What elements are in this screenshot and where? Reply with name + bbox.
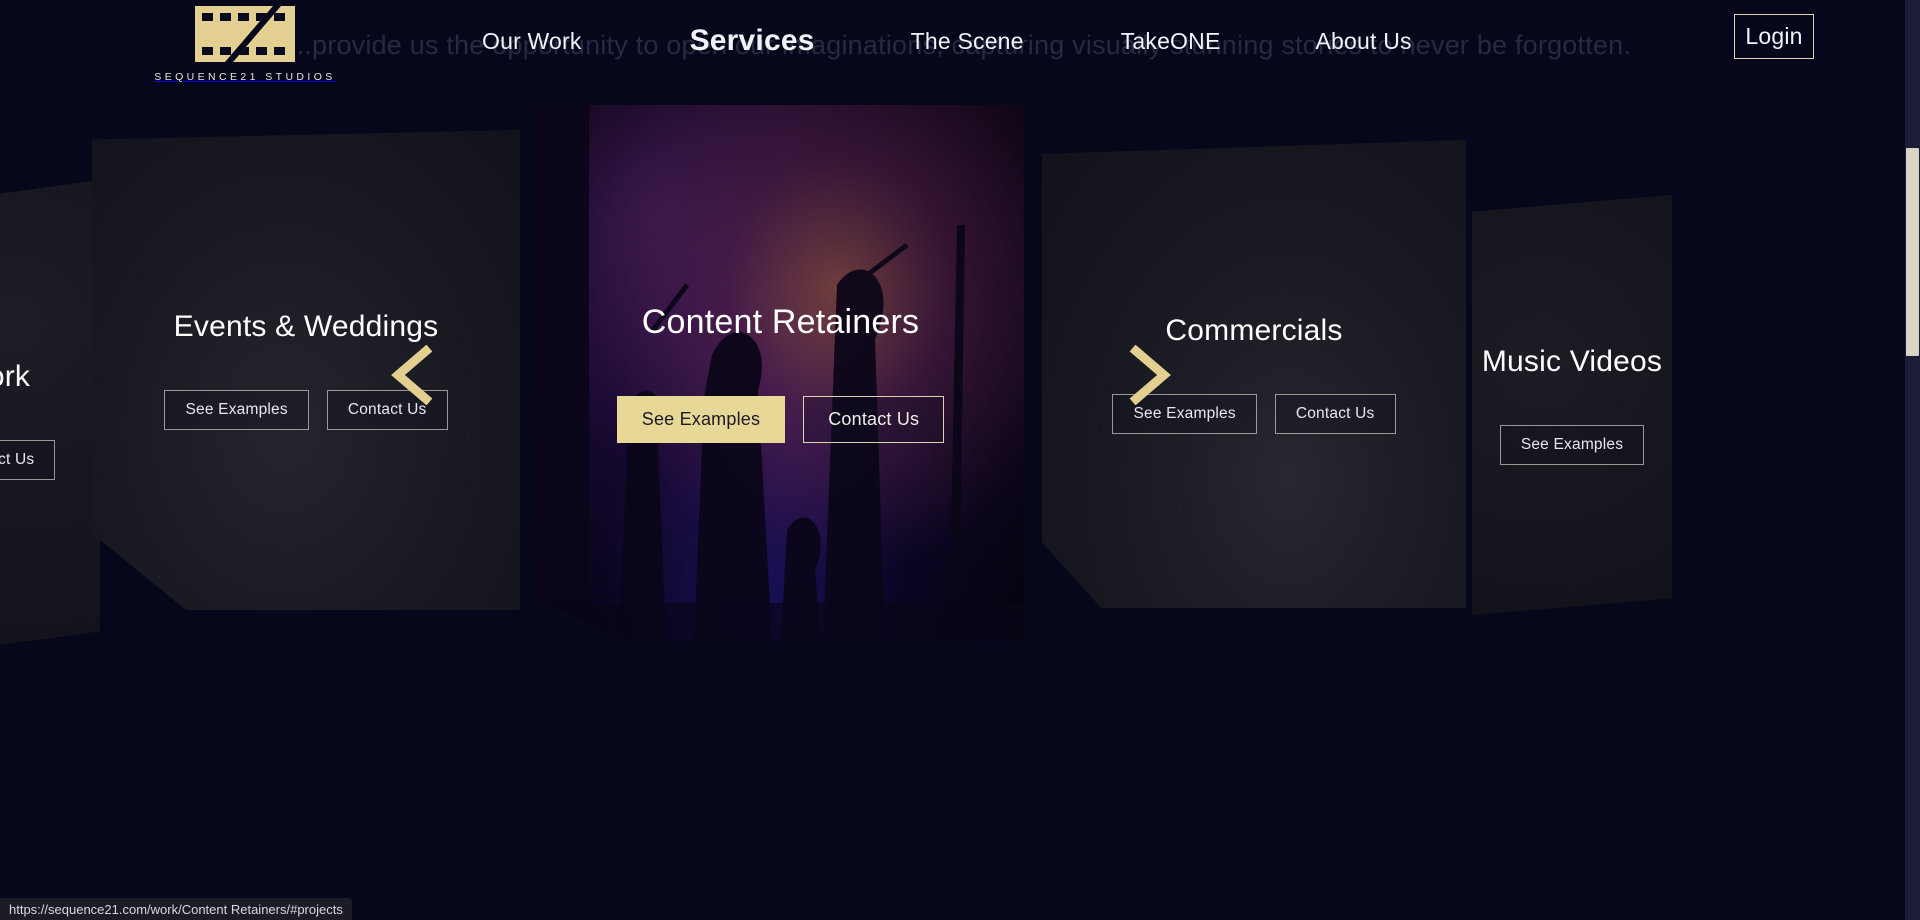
card-title: Content Retainers [641,303,920,341]
card-title: Work [0,360,31,393]
carousel-card-events-and-weddings[interactable]: Events & Weddings See Examples Contact U… [92,130,520,610]
nav-item-the-scene[interactable]: The Scene [911,28,1024,55]
nav-item-services[interactable]: Services [690,24,815,58]
brand-name: SEQUENCE21 STUDIOS [154,71,336,83]
film-strip-z-logo-icon [140,6,350,67]
contact-us-button[interactable]: Contact Us [803,396,945,443]
carousel-card-content-retainers[interactable]: Content Retainers See Examples Contact U… [537,105,1024,641]
card-actions: Contact Us [0,440,56,480]
brand-logo[interactable]: SEQUENCE21 STUDIOS [140,6,350,83]
nav-item-about-us[interactable]: About Us [1316,28,1412,55]
card-actions: See Examples Contact Us [616,396,945,443]
see-examples-button[interactable]: See Examples [616,396,786,443]
browser-status-bar: https://sequence21.com/work/Content Reta… [0,898,352,920]
login-button[interactable]: Login [1734,14,1814,59]
status-bar-url: https://sequence21.com/work/Content Reta… [9,901,343,917]
nav-item-our-work[interactable]: Our Work [482,28,582,55]
carousel-card-work[interactable]: Work Contact Us [0,180,100,660]
card-body: Content Retainers See Examples Contact U… [537,105,1024,641]
services-carousel: Work Contact Us Events & Weddings See Ex… [0,0,1920,860]
card-body: Events & Weddings See Examples Contact U… [92,130,520,610]
contact-us-button[interactable]: Contact Us [0,440,56,480]
page-scrollbar-thumb[interactable] [1906,148,1919,356]
see-examples-button[interactable]: See Examples [164,390,309,430]
card-title: Music Videos [1481,345,1663,378]
site-header: SEQUENCE21 STUDIOS Our Work Services The… [0,0,1920,83]
contact-us-button[interactable]: Contact Us [1274,394,1396,434]
card-title: Events & Weddings [173,310,439,343]
page-root: ...provide us the opportunity to open ou… [0,0,1920,920]
see-examples-button[interactable]: See Examples [1499,425,1645,465]
card-body: Music Videos See Examples [1472,195,1672,615]
page-scrollbar-track[interactable] [1905,0,1920,920]
card-title: Commercials [1165,314,1343,347]
chevron-right-icon [1126,344,1174,408]
main-navigation: Our Work Services The Scene TakeONE Abou… [460,0,1412,82]
chevron-left-icon [388,344,436,408]
carousel-next-button[interactable] [1126,344,1174,408]
carousel-card-commercials[interactable]: Commercials See Examples Contact Us [1042,140,1466,608]
nav-item-takeone[interactable]: TakeONE [1121,28,1221,55]
card-actions: See Examples [1499,425,1645,465]
carousel-card-music-videos[interactable]: Music Videos See Examples [1472,195,1672,615]
card-body: Work Contact Us [0,180,100,660]
card-body: Commercials See Examples Contact Us [1042,140,1466,608]
carousel-prev-button[interactable] [388,344,436,408]
